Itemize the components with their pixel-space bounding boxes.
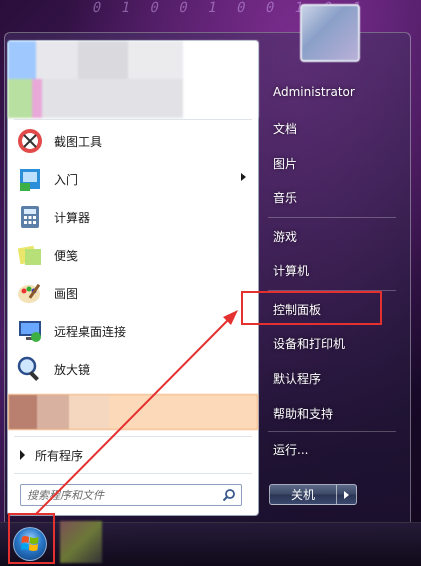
magnifier-icon xyxy=(14,353,46,385)
right-item-computer[interactable]: 计算机 xyxy=(268,256,398,284)
right-item-label: 运行... xyxy=(273,442,309,457)
user-picture[interactable] xyxy=(300,4,360,62)
right-separator xyxy=(268,431,396,432)
recent-program-highlighted-blurred[interactable] xyxy=(8,394,258,430)
all-programs-separator xyxy=(14,436,252,437)
getting-started-icon xyxy=(14,163,46,195)
program-item-label: 画图 xyxy=(54,286,79,301)
program-item-label: 计算器 xyxy=(54,210,91,225)
snipping-tool-icon xyxy=(14,125,46,157)
start-button-annotation-box xyxy=(8,513,55,564)
right-item-run[interactable]: 运行... xyxy=(268,435,398,463)
right-separator xyxy=(268,217,396,218)
chevron-right-icon xyxy=(344,490,349,499)
all-programs-button[interactable]: 所有程序 xyxy=(14,443,254,467)
search-input[interactable] xyxy=(21,486,220,504)
all-programs-label: 所有程序 xyxy=(35,448,84,463)
right-item-user-folder[interactable]: Administrator xyxy=(268,78,398,106)
shutdown-button[interactable]: 关机 xyxy=(269,484,337,505)
all-programs-arrow-icon xyxy=(20,450,25,460)
start-menu-programs-pane: 截图工具 入门 计算器 便笺 画图 远程桌面连接 放大镜 所有程序 搜索程序和文… xyxy=(7,40,259,516)
remote-desktop-icon xyxy=(14,315,46,347)
program-item-paint[interactable]: 画图 xyxy=(14,275,254,311)
right-item-label: 游戏 xyxy=(273,229,298,244)
right-item-pictures[interactable]: 图片 xyxy=(268,149,398,177)
taskbar-app-blurred[interactable] xyxy=(60,521,102,563)
pinned-programs-blurred xyxy=(8,41,258,118)
pinned-separator xyxy=(14,119,252,120)
program-item-label: 远程桌面连接 xyxy=(54,324,127,339)
program-item-sticky-notes[interactable]: 便笺 xyxy=(14,237,254,273)
right-item-help-support[interactable]: 帮助和支持 xyxy=(268,399,398,427)
right-item-devices-printers[interactable]: 设备和打印机 xyxy=(268,329,398,357)
right-item-label: 默认程序 xyxy=(273,371,322,386)
search-icon[interactable] xyxy=(220,486,238,504)
program-item-calculator[interactable]: 计算器 xyxy=(14,199,254,235)
right-item-label: 计算机 xyxy=(273,263,310,278)
search-box[interactable] xyxy=(20,484,242,506)
paint-icon xyxy=(14,277,46,309)
sticky-notes-icon xyxy=(14,239,46,271)
right-item-default-programs[interactable]: 默认程序 xyxy=(268,364,398,392)
calculator-icon xyxy=(14,201,46,233)
right-item-games[interactable]: 游戏 xyxy=(268,222,398,250)
submenu-arrow-icon[interactable] xyxy=(241,173,246,181)
shutdown-label: 关机 xyxy=(290,488,315,502)
program-item-label: 入门 xyxy=(54,172,79,187)
program-item-magnifier[interactable]: 放大镜 xyxy=(14,351,254,387)
right-item-music[interactable]: 音乐 xyxy=(268,183,398,211)
program-item-label: 截图工具 xyxy=(54,134,103,149)
program-item-getting-started[interactable]: 入门 xyxy=(14,161,254,197)
program-item-remote-desktop[interactable]: 远程桌面连接 xyxy=(14,313,254,349)
right-item-label: 文档 xyxy=(273,121,298,136)
right-item-documents[interactable]: 文档 xyxy=(268,114,398,142)
right-item-label: Administrator xyxy=(273,85,355,99)
search-separator xyxy=(14,473,252,474)
right-item-label: 图片 xyxy=(273,156,298,171)
right-item-label: 帮助和支持 xyxy=(273,406,334,421)
right-item-label: 音乐 xyxy=(273,190,298,205)
right-item-label: 设备和打印机 xyxy=(273,336,346,351)
program-item-label: 放大镜 xyxy=(54,362,91,377)
program-item-label: 便笺 xyxy=(54,248,79,263)
program-item-snipping-tool[interactable]: 截图工具 xyxy=(14,123,254,159)
shutdown-options-button[interactable] xyxy=(337,484,357,505)
control-panel-annotation-box xyxy=(241,291,382,325)
